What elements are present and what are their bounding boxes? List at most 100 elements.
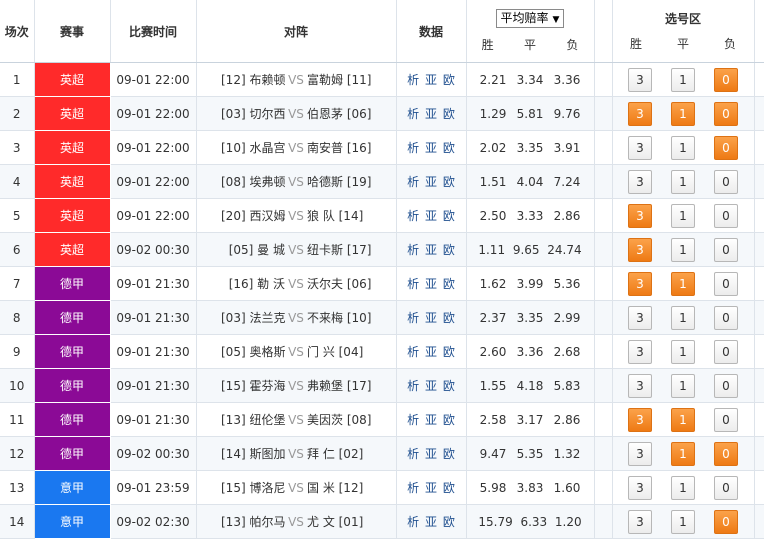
pick-draw-button[interactable]: 1 [671, 271, 695, 296]
pick-win-button[interactable]: 3 [628, 67, 652, 92]
asian-odds-link[interactable]: 亚 [425, 447, 437, 461]
analysis-link[interactable]: 析 [407, 141, 419, 155]
pick-draw-button[interactable]: 1 [671, 509, 695, 534]
pick-draw-button[interactable]: 1 [671, 441, 695, 466]
analysis-link[interactable]: 析 [407, 107, 419, 121]
home-team[interactable]: [12] 布赖顿 [221, 71, 285, 88]
home-team[interactable]: [03] 切尔西 [221, 105, 285, 122]
pick-win-button[interactable]: 3 [628, 101, 652, 126]
analysis-link[interactable]: 析 [407, 243, 419, 257]
asian-odds-link[interactable]: 亚 [425, 413, 437, 427]
analysis-link[interactable]: 析 [407, 277, 419, 291]
pick-win-button[interactable]: 3 [628, 373, 652, 398]
away-team[interactable]: 纽卡斯 [17] [307, 241, 371, 258]
pick-draw-button[interactable]: 1 [671, 135, 695, 160]
away-team[interactable]: 哈德斯 [19] [307, 173, 371, 190]
analysis-link[interactable]: 析 [407, 345, 419, 359]
analysis-link[interactable]: 析 [407, 379, 419, 393]
away-team[interactable]: 狼 队 [14] [307, 207, 371, 224]
pick-loss-button[interactable]: 0 [714, 305, 738, 330]
pick-loss-button[interactable]: 0 [714, 441, 738, 466]
away-team[interactable]: 拜 仁 [02] [307, 445, 371, 462]
home-team[interactable]: [16] 勒 沃 [221, 275, 285, 292]
home-team[interactable]: [15] 霍芬海 [221, 377, 285, 394]
asian-odds-link[interactable]: 亚 [425, 481, 437, 495]
pick-win-button[interactable]: 3 [628, 135, 652, 160]
away-team[interactable]: 尤 文 [01] [307, 513, 371, 530]
pick-loss-button[interactable]: 0 [714, 271, 738, 296]
home-team[interactable]: [03] 法兰克 [221, 309, 285, 326]
pick-draw-button[interactable]: 1 [671, 305, 695, 330]
euro-odds-link[interactable]: 欧 [443, 311, 455, 325]
away-team[interactable]: 弗赖堡 [17] [307, 377, 371, 394]
home-team[interactable]: [14] 斯图加 [221, 445, 285, 462]
pick-loss-button[interactable]: 0 [714, 169, 738, 194]
euro-odds-link[interactable]: 欧 [443, 73, 455, 87]
euro-odds-link[interactable]: 欧 [443, 243, 455, 257]
analysis-link[interactable]: 析 [407, 175, 419, 189]
league-badge[interactable]: 英超 [34, 96, 111, 131]
analysis-link[interactable]: 析 [407, 447, 419, 461]
analysis-link[interactable]: 析 [407, 413, 419, 427]
league-badge[interactable]: 英超 [34, 164, 111, 199]
euro-odds-link[interactable]: 欧 [443, 175, 455, 189]
euro-odds-link[interactable]: 欧 [443, 209, 455, 223]
pick-loss-button[interactable]: 0 [714, 203, 738, 228]
away-team[interactable]: 门 兴 [04] [307, 343, 371, 360]
home-team[interactable]: [15] 博洛尼 [221, 479, 285, 496]
pick-win-button[interactable]: 3 [628, 509, 652, 534]
pick-draw-button[interactable]: 1 [671, 407, 695, 432]
league-badge[interactable]: 德甲 [34, 334, 111, 369]
pick-win-button[interactable]: 3 [628, 407, 652, 432]
away-team[interactable]: 南安普 [16] [307, 139, 371, 156]
euro-odds-link[interactable]: 欧 [443, 515, 455, 529]
league-badge[interactable]: 德甲 [34, 266, 111, 301]
asian-odds-link[interactable]: 亚 [425, 141, 437, 155]
analysis-link[interactable]: 析 [407, 515, 419, 529]
asian-odds-link[interactable]: 亚 [425, 107, 437, 121]
euro-odds-link[interactable]: 欧 [443, 107, 455, 121]
home-team[interactable]: [05] 曼 城 [221, 241, 285, 258]
pick-draw-button[interactable]: 1 [671, 475, 695, 500]
pick-win-button[interactable]: 3 [628, 339, 652, 364]
asian-odds-link[interactable]: 亚 [425, 243, 437, 257]
home-team[interactable]: [13] 帕尔马 [221, 513, 285, 530]
home-team[interactable]: [13] 纽伦堡 [221, 411, 285, 428]
away-team[interactable]: 国 米 [12] [307, 479, 371, 496]
away-team[interactable]: 富勒姆 [11] [307, 71, 371, 88]
analysis-link[interactable]: 析 [407, 311, 419, 325]
asian-odds-link[interactable]: 亚 [425, 73, 437, 87]
asian-odds-link[interactable]: 亚 [425, 175, 437, 189]
pick-draw-button[interactable]: 1 [671, 203, 695, 228]
pick-loss-button[interactable]: 0 [714, 101, 738, 126]
league-badge[interactable]: 英超 [34, 62, 111, 97]
euro-odds-link[interactable]: 欧 [443, 277, 455, 291]
euro-odds-link[interactable]: 欧 [443, 447, 455, 461]
pick-draw-button[interactable]: 1 [671, 101, 695, 126]
league-badge[interactable]: 德甲 [34, 300, 111, 335]
pick-draw-button[interactable]: 1 [671, 339, 695, 364]
pick-win-button[interactable]: 3 [628, 237, 652, 262]
pick-loss-button[interactable]: 0 [714, 237, 738, 262]
euro-odds-link[interactable]: 欧 [443, 379, 455, 393]
pick-win-button[interactable]: 3 [628, 305, 652, 330]
home-team[interactable]: [05] 奥格斯 [221, 343, 285, 360]
home-team[interactable]: [20] 西汉姆 [221, 207, 285, 224]
pick-win-button[interactable]: 3 [628, 271, 652, 296]
league-badge[interactable]: 德甲 [34, 368, 111, 403]
league-badge[interactable]: 英超 [34, 198, 111, 233]
pick-loss-button[interactable]: 0 [714, 475, 738, 500]
away-team[interactable]: 不来梅 [10] [307, 309, 371, 326]
pick-loss-button[interactable]: 0 [714, 135, 738, 160]
pick-draw-button[interactable]: 1 [671, 373, 695, 398]
pick-loss-button[interactable]: 0 [714, 339, 738, 364]
analysis-link[interactable]: 析 [407, 73, 419, 87]
away-team[interactable]: 美因茨 [08] [307, 411, 371, 428]
league-badge[interactable]: 意甲 [34, 504, 111, 539]
home-team[interactable]: [08] 埃弗顿 [221, 173, 285, 190]
away-team[interactable]: 沃尔夫 [06] [307, 275, 371, 292]
analysis-link[interactable]: 析 [407, 209, 419, 223]
pick-win-button[interactable]: 3 [628, 169, 652, 194]
pick-draw-button[interactable]: 1 [671, 237, 695, 262]
league-badge[interactable]: 英超 [34, 130, 111, 165]
